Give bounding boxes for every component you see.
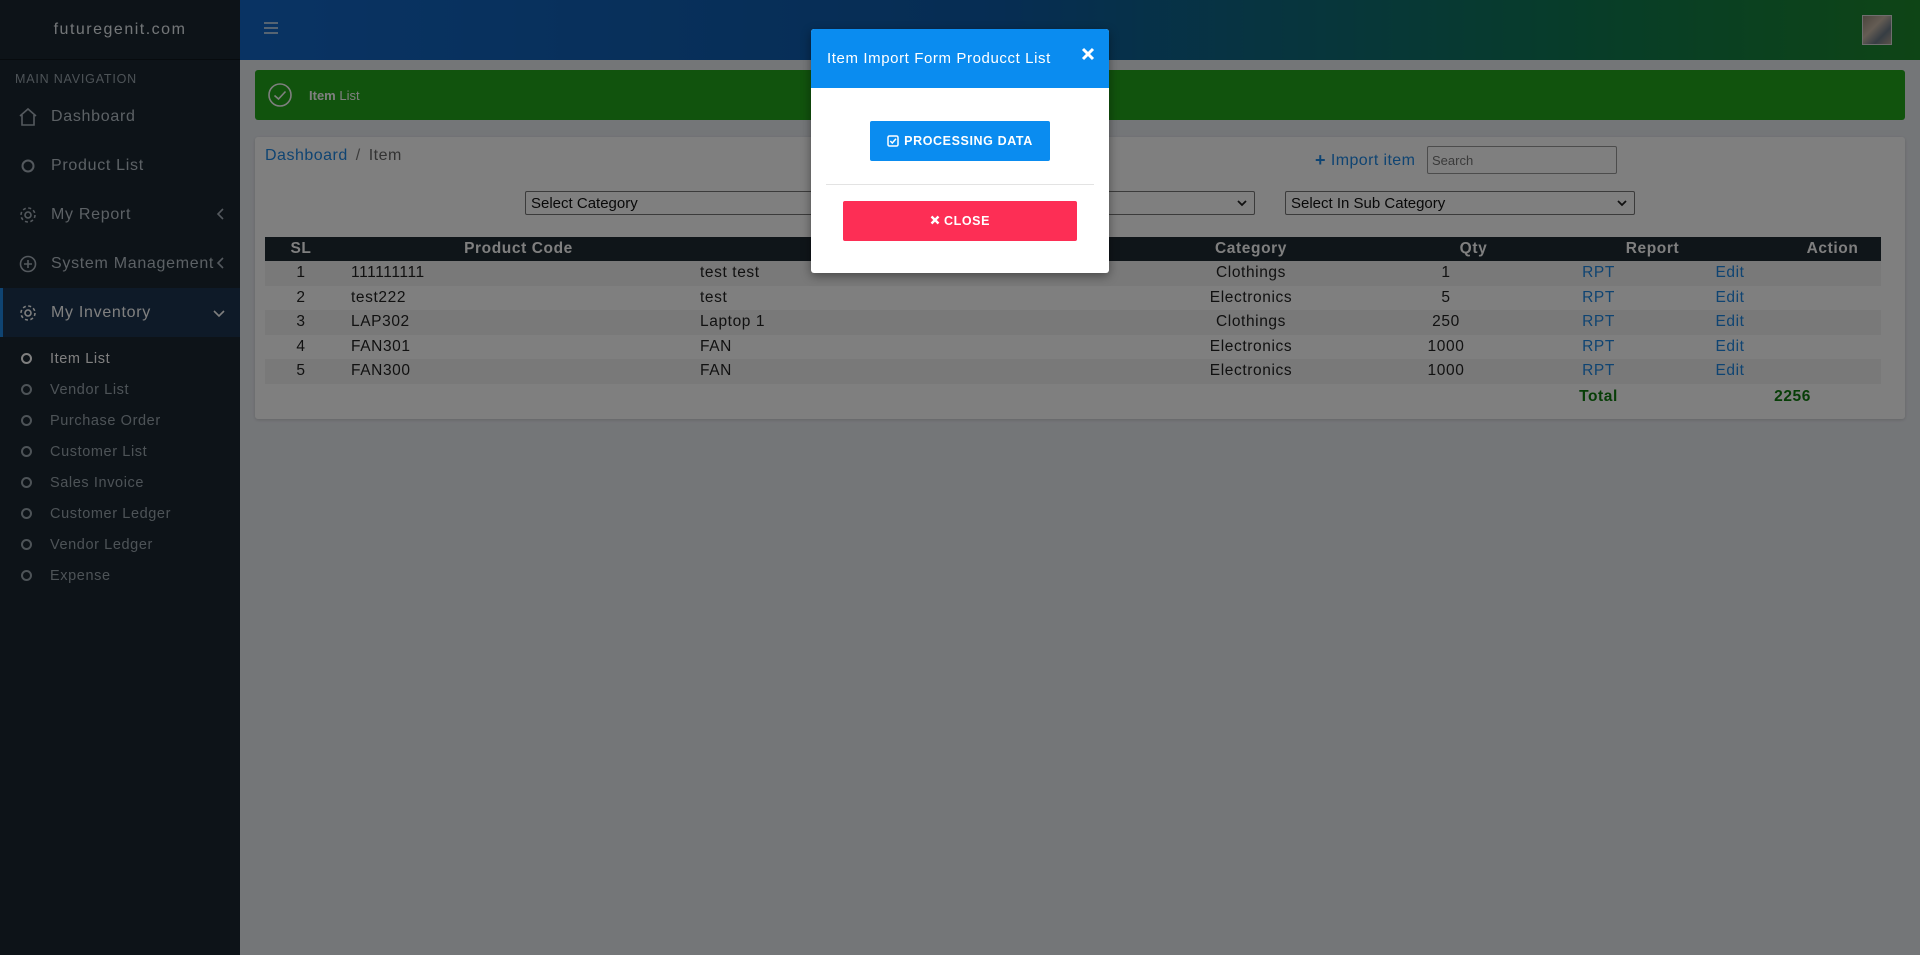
modal-header: Item Import Form Producct List <box>811 29 1109 88</box>
modal-divider <box>826 184 1094 185</box>
processing-data-label: PROCESSING DATA <box>904 134 1033 148</box>
close-icon[interactable] <box>1081 47 1095 65</box>
check-square-icon <box>887 135 899 147</box>
close-icon <box>930 214 940 228</box>
close-button-label: CLOSE <box>943 214 991 228</box>
close-button[interactable]: CLOSE <box>843 201 1077 241</box>
processing-data-button[interactable]: PROCESSING DATA <box>870 121 1050 161</box>
modal-title: Item Import Form Producct List <box>827 50 1051 67</box>
import-modal: Item Import Form Producct List PROCESSIN… <box>811 29 1109 273</box>
